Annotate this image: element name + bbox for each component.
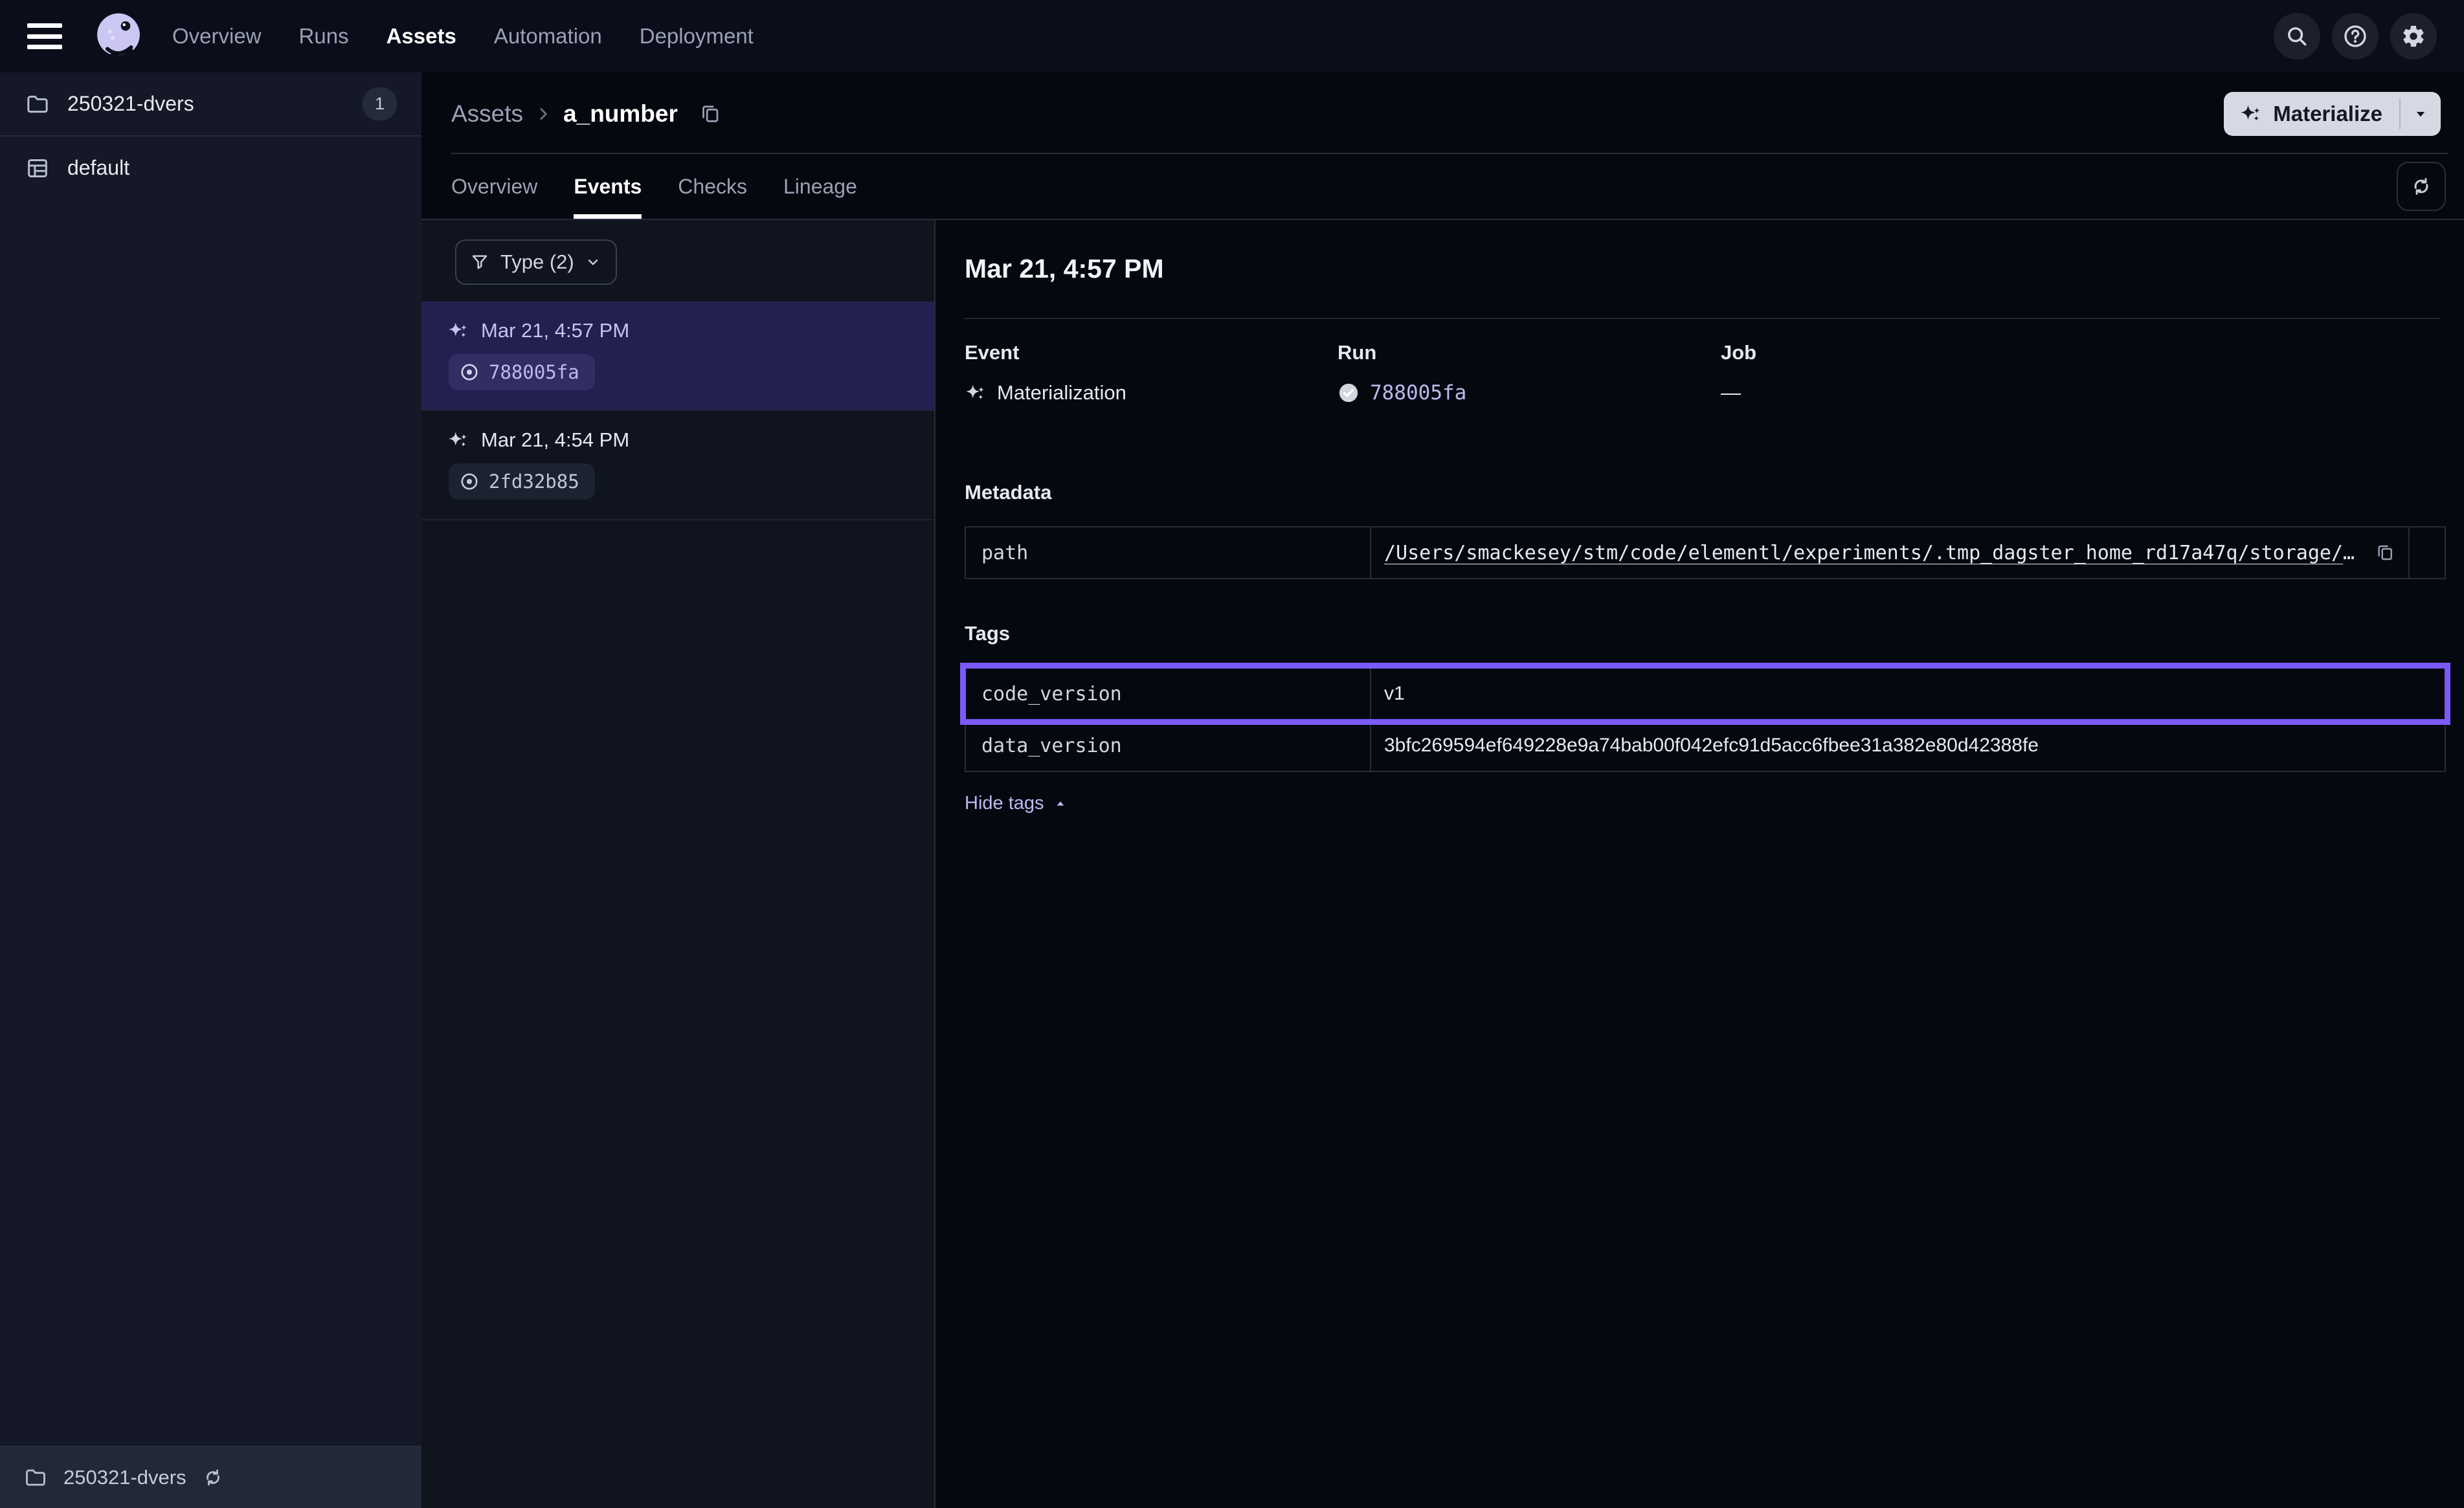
- event-list-item[interactable]: Mar 21, 4:54 PM 2fd32b85: [421, 411, 934, 520]
- run-id-pill[interactable]: 788005fa: [449, 354, 595, 390]
- tab-overview[interactable]: Overview: [451, 154, 537, 219]
- event-detail-title: Mar 21, 4:57 PM: [965, 254, 2441, 284]
- group-name: default: [67, 156, 397, 180]
- chevron-right-icon: [533, 104, 553, 124]
- top-nav: Overview Runs Assets Automation Deployme…: [0, 0, 2464, 72]
- nav-item-automation[interactable]: Automation: [494, 24, 602, 49]
- tags-table: code_version v1 data_version 3bfc269594e…: [965, 667, 2446, 772]
- hide-tags-link[interactable]: Hide tags: [965, 793, 1069, 814]
- asset-tabs: Overview Events Checks Lineage: [421, 154, 2464, 219]
- run-id: 788005fa: [489, 361, 579, 383]
- breadcrumb-assets-link[interactable]: Assets: [451, 100, 523, 128]
- sidebar-item-code-location[interactable]: 250321-dvers 1: [0, 72, 421, 137]
- gear-icon: [2401, 23, 2426, 49]
- asset-header: Assets a_number Materialize: [421, 72, 2464, 153]
- breadcrumb: Assets a_number: [451, 100, 722, 128]
- tab-events[interactable]: Events: [574, 154, 642, 219]
- sidebar-item-group-default[interactable]: default: [0, 137, 421, 199]
- tags-row-code-version: code_version v1: [966, 669, 2445, 719]
- materialize-split-button: Materialize: [2224, 92, 2441, 136]
- materialize-button[interactable]: Materialize: [2224, 92, 2399, 136]
- nav-icon-buttons: [2274, 13, 2437, 60]
- run-column-label: Run: [1338, 341, 1721, 364]
- metadata-key: path: [966, 527, 1371, 578]
- refresh-icon: [2410, 175, 2433, 198]
- hide-tags-label: Hide tags: [965, 793, 1044, 814]
- tag-key: data_version: [966, 720, 1371, 771]
- tags-heading: Tags: [965, 622, 2441, 645]
- materialization-sparkle-icon: [965, 382, 987, 404]
- tag-key: code_version: [966, 669, 1371, 719]
- event-detail-panel: Mar 21, 4:57 PM Event Materialization Ru…: [935, 220, 2464, 1508]
- sidebar: 250321-dvers 1 default 250321-dvers: [0, 72, 421, 1508]
- code-location-name: 250321-dvers: [67, 92, 346, 116]
- materialize-dropdown-button[interactable]: [2401, 92, 2441, 136]
- event-summary-columns: Event Materialization Run 788005fa: [965, 341, 2441, 405]
- run-circle-dot-icon: [459, 362, 480, 383]
- metadata-row-path: path /Users/smackesey/stm/code/elementl/…: [966, 527, 2445, 578]
- caret-down-icon: [2411, 104, 2430, 124]
- path-value-link[interactable]: /Users/smackesey/stm/code/elementl/exper…: [1384, 542, 2363, 564]
- search-button[interactable]: [2274, 13, 2320, 60]
- search-icon: [2285, 24, 2309, 49]
- type-filter-label: Type (2): [500, 250, 574, 274]
- metadata-table: path /Users/smackesey/stm/code/elementl/…: [965, 526, 2446, 579]
- asset-count-badge: 1: [363, 87, 397, 120]
- filter-funnel-icon: [469, 252, 490, 272]
- run-id-pill[interactable]: 2fd32b85: [449, 463, 595, 500]
- main-area: Assets a_number Materialize: [421, 72, 2464, 1508]
- menu-icon[interactable]: [27, 23, 62, 49]
- chevron-down-icon: [585, 254, 601, 271]
- job-value: —: [1721, 381, 1741, 405]
- tag-value: v1: [1384, 683, 1405, 705]
- settings-button[interactable]: [2390, 13, 2437, 60]
- copy-path-button[interactable]: [2375, 542, 2395, 563]
- copy-asset-name-button[interactable]: [699, 102, 722, 126]
- run-circle-dot-icon: [459, 471, 480, 492]
- materialize-label: Materialize: [2273, 102, 2382, 126]
- sidebar-footer-code-location[interactable]: 250321-dvers: [0, 1446, 421, 1508]
- help-icon: [2342, 23, 2368, 49]
- folder-icon: [23, 1465, 48, 1490]
- help-button[interactable]: [2332, 13, 2379, 60]
- dagster-app: Overview Runs Assets Automation Deployme…: [0, 0, 2464, 1508]
- materialization-sparkle-icon: [447, 429, 469, 451]
- sparkle-icon: [2239, 102, 2263, 126]
- run-id: 2fd32b85: [489, 471, 579, 493]
- success-check-icon: [1338, 382, 1360, 404]
- event-timestamp: Mar 21, 4:54 PM: [481, 428, 629, 452]
- tab-checks[interactable]: Checks: [678, 154, 747, 219]
- copy-icon: [699, 102, 722, 126]
- nav-item-deployment[interactable]: Deployment: [640, 24, 754, 49]
- run-id-link[interactable]: 788005fa: [1370, 381, 1466, 405]
- nav-item-runs[interactable]: Runs: [299, 24, 349, 49]
- event-timestamp: Mar 21, 4:57 PM: [481, 319, 629, 342]
- nav-item-overview[interactable]: Overview: [172, 24, 262, 49]
- nav-item-assets[interactable]: Assets: [386, 24, 456, 49]
- asset-name: a_number: [563, 100, 678, 128]
- event-list-item[interactable]: Mar 21, 4:57 PM 788005fa: [421, 302, 934, 411]
- tag-value: 3bfc269594ef649228e9a74bab00f042efc91d5a…: [1384, 735, 2039, 757]
- tags-row-data-version: data_version 3bfc269594ef649228e9a74bab0…: [966, 719, 2445, 771]
- reload-icon[interactable]: [202, 1467, 224, 1489]
- metadata-row-end-cell: [2408, 527, 2445, 578]
- copy-icon: [2375, 542, 2395, 563]
- detail-divider: [965, 318, 2441, 319]
- metadata-heading: Metadata: [965, 481, 2441, 504]
- materialization-sparkle-icon: [447, 320, 469, 342]
- nav-links: Overview Runs Assets Automation Deployme…: [172, 24, 754, 49]
- dagster-logo-icon[interactable]: [93, 11, 144, 61]
- type-filter-button[interactable]: Type (2): [455, 239, 617, 285]
- asset-group-icon: [25, 155, 50, 181]
- refresh-button[interactable]: [2397, 162, 2446, 211]
- caret-up-icon: [1052, 795, 1069, 812]
- job-column-label: Job: [1721, 341, 2441, 364]
- events-list-panel: Type (2) Mar 21, 4:57 PM 788005fa: [421, 220, 935, 1508]
- event-column-label: Event: [965, 341, 1338, 364]
- footer-code-location-name: 250321-dvers: [63, 1466, 186, 1489]
- tab-lineage[interactable]: Lineage: [783, 154, 857, 219]
- folder-icon: [25, 91, 50, 117]
- event-type-value: Materialization: [997, 381, 1126, 405]
